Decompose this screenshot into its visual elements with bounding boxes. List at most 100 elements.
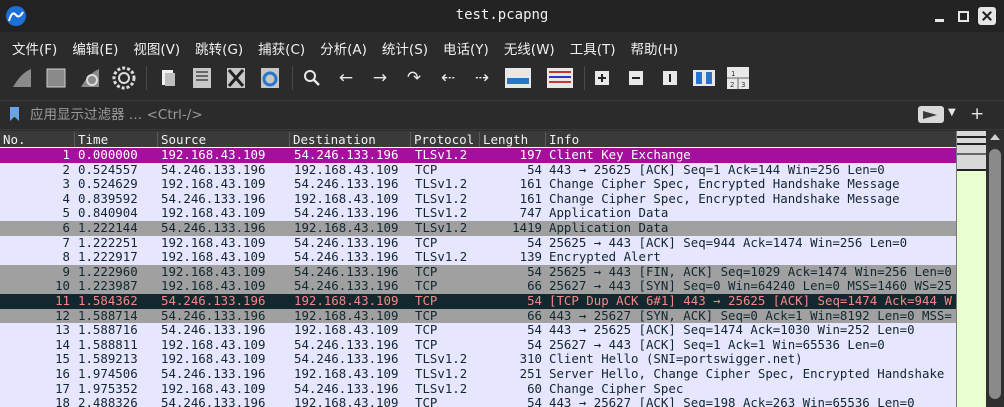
menu-help[interactable]: 帮助(H)	[630, 32, 678, 58]
column-destination[interactable]: Destination	[289, 132, 411, 147]
cell-len: 54	[527, 263, 542, 279]
menu-wireless[interactable]: 无线(W)	[504, 32, 555, 58]
zoom-out-icon[interactable]	[622, 64, 650, 92]
find-packet-search-icon[interactable]	[298, 64, 326, 92]
table-row[interactable]: 12 1.588714 54.246.133.196 192.168.43.109 TC…	[0, 307, 956, 324]
menu-telephony[interactable]: 电话(Y)	[443, 32, 489, 58]
cell-proto: TLSv1.2	[415, 219, 468, 235]
close-button[interactable]	[978, 7, 996, 25]
table-row[interactable]: 16 1.974506 54.246.133.196 192.168.43.109 TL…	[0, 365, 956, 382]
menu-tools[interactable]: 工具(T)	[570, 32, 616, 58]
close-file-icon[interactable]	[222, 64, 250, 92]
resize-columns-icon[interactable]	[690, 64, 718, 92]
menu-statistics[interactable]: 统计(S)	[382, 32, 428, 58]
maximize-button[interactable]	[956, 8, 972, 24]
cell-len: 251	[519, 365, 542, 381]
table-row[interactable]: 13 1.588716 54.246.133.196 192.168.43.109 TC…	[0, 323, 956, 338]
go-back-arrow-icon[interactable]: ←	[332, 64, 360, 92]
packet-rows: 1 0.000000 192.168.43.109 54.246.133.196 TLS…	[0, 147, 956, 407]
column-protocol[interactable]: Protocol	[410, 132, 478, 147]
menu-view[interactable]: 视图(V)	[133, 32, 180, 58]
colorize-icon[interactable]	[546, 64, 574, 92]
filter-bookmark-icon[interactable]	[10, 107, 19, 121]
restart-capture-icon[interactable]	[76, 64, 104, 92]
scroll-up-arrow-icon[interactable]	[990, 134, 1000, 140]
cell-dst: 192.168.43.109	[294, 219, 399, 235]
cell-proto: TLSv1.2	[415, 249, 468, 265]
table-row[interactable]: 5 0.840904 192.168.43.109 54.246.133.196 TLS…	[0, 206, 956, 221]
scrollbar-thumb[interactable]	[989, 149, 1001, 399]
cell-src: 192.168.43.109	[161, 147, 266, 162]
packet-minimap[interactable]	[956, 131, 987, 407]
cell-time: 1.588716	[78, 322, 138, 338]
save-file-icon[interactable]	[188, 64, 216, 92]
cell-info: Server Hello, Change Cipher Spec, Encryp…	[549, 366, 945, 381]
last-packet-icon[interactable]: ⇢	[468, 64, 496, 92]
layout-panes-icon[interactable]: 1 23	[724, 64, 752, 92]
capture-options-gear-icon[interactable]	[110, 64, 138, 92]
packet-list: No. Time Source Destination Protocol Len…	[0, 131, 956, 407]
apply-filter-arrow-icon[interactable]	[918, 106, 944, 123]
filter-dropdown-chevron-icon[interactable]: ▼	[948, 107, 956, 118]
table-row[interactable]: 14 1.588811 192.168.43.109 54.246.133.196 TC…	[0, 336, 956, 353]
table-row[interactable]: 17 1.975352 192.168.43.109 54.246.133.196 TL…	[0, 380, 956, 397]
first-packet-icon[interactable]: ⇠	[434, 64, 462, 92]
cell-len: 54	[527, 292, 542, 308]
cell-time: 1.222251	[78, 234, 138, 250]
cell-dst: 54.246.133.196	[294, 380, 399, 396]
column-info[interactable]: Info	[545, 132, 954, 147]
open-file-icon[interactable]	[154, 64, 182, 92]
minimize-button[interactable]	[932, 8, 948, 24]
table-row[interactable]: 18 2.488326 54.246.133.196 192.168.43.109 TC…	[0, 395, 956, 407]
table-row[interactable]: 6 1.222144 54.246.133.196 192.168.43.109 TLS…	[0, 219, 956, 236]
stop-capture-icon[interactable]	[42, 64, 70, 92]
cell-len: 1419	[512, 219, 542, 235]
table-row[interactable]: 3 0.524629 192.168.43.109 54.246.133.196 TLS…	[0, 177, 956, 192]
table-row[interactable]: 7 1.222251 192.168.43.109 54.246.133.196 TCP…	[0, 234, 956, 251]
cell-no: 9	[62, 263, 70, 279]
menu-edit[interactable]: 编辑(E)	[72, 32, 118, 58]
menu-bar: 文件(F) 编辑(E) 视图(V) 跳转(G) 捕获(C) 分析(A) 统计(S…	[0, 32, 1004, 58]
table-row[interactable]: 9 1.222960 192.168.43.109 54.246.133.196 TCP…	[0, 263, 956, 280]
table-row[interactable]: 1 0.000000 192.168.43.109 54.246.133.196 TLS…	[0, 147, 956, 163]
display-filter-input[interactable]	[26, 105, 914, 125]
cell-dst: 192.168.43.109	[294, 395, 399, 407]
zoom-in-icon[interactable]	[588, 64, 616, 92]
add-filter-button-plus-icon[interactable]: +	[970, 104, 984, 124]
cell-proto: TCP	[415, 234, 438, 250]
go-to-packet-icon[interactable]: ↷	[400, 64, 428, 92]
autoscroll-icon[interactable]	[504, 64, 532, 92]
menu-analyze[interactable]: 分析(A)	[320, 32, 367, 58]
cell-time: 0.524557	[78, 161, 138, 177]
cell-info: 443 → 25627 [SYN, ACK] Seq=0 Ack=1 Win=8…	[549, 308, 952, 323]
cell-no: 13	[55, 322, 70, 338]
cell-info: 25625 → 443 [FIN, ACK] Seq=1029 Ack=1474…	[549, 264, 952, 279]
cell-dst: 192.168.43.109	[294, 365, 399, 381]
column-length[interactable]: Length	[479, 132, 545, 147]
start-capture-fin-icon[interactable]	[8, 64, 36, 92]
table-row[interactable]: 8 1.222917 192.168.43.109 54.246.133.196 TLS…	[0, 250, 956, 265]
table-row[interactable]: 11 1.584362 54.246.133.196 192.168.43.109 TC…	[0, 292, 956, 309]
cell-no: 8	[62, 249, 70, 265]
table-row[interactable]: 2 0.524557 54.246.133.196 192.168.43.109 TCP…	[0, 161, 956, 178]
cell-time: 1.974506	[78, 365, 138, 381]
table-row[interactable]: 4 0.839592 54.246.133.196 192.168.43.109 TLS…	[0, 191, 956, 207]
cell-info: [TCP Dup ACK 6#1] 443 → 25625 [ACK] Seq=…	[549, 293, 952, 308]
table-row[interactable]: 10 1.223987 192.168.43.109 54.246.133.196 TC…	[0, 279, 956, 294]
normal-size-icon[interactable]	[656, 64, 684, 92]
reload-file-icon[interactable]	[256, 64, 284, 92]
menu-go[interactable]: 跳转(G)	[195, 32, 243, 58]
minimap-mark	[957, 169, 987, 171]
column-no[interactable]: No.	[0, 132, 73, 147]
cell-dst: 54.246.133.196	[294, 336, 399, 352]
window-title: test.pcapng	[455, 7, 549, 23]
table-row[interactable]: 15 1.589213 192.168.43.109 54.246.133.196 TL…	[0, 352, 956, 367]
menu-file[interactable]: 文件(F)	[12, 32, 57, 58]
cell-dst: 192.168.43.109	[294, 307, 399, 323]
column-source[interactable]: Source	[157, 132, 289, 147]
menu-capture[interactable]: 捕获(C)	[258, 32, 305, 58]
cell-time: 1.975352	[78, 380, 138, 396]
column-time[interactable]: Time	[74, 132, 158, 147]
vertical-scrollbar[interactable]	[986, 131, 1004, 407]
go-forward-arrow-icon[interactable]: →	[366, 64, 394, 92]
